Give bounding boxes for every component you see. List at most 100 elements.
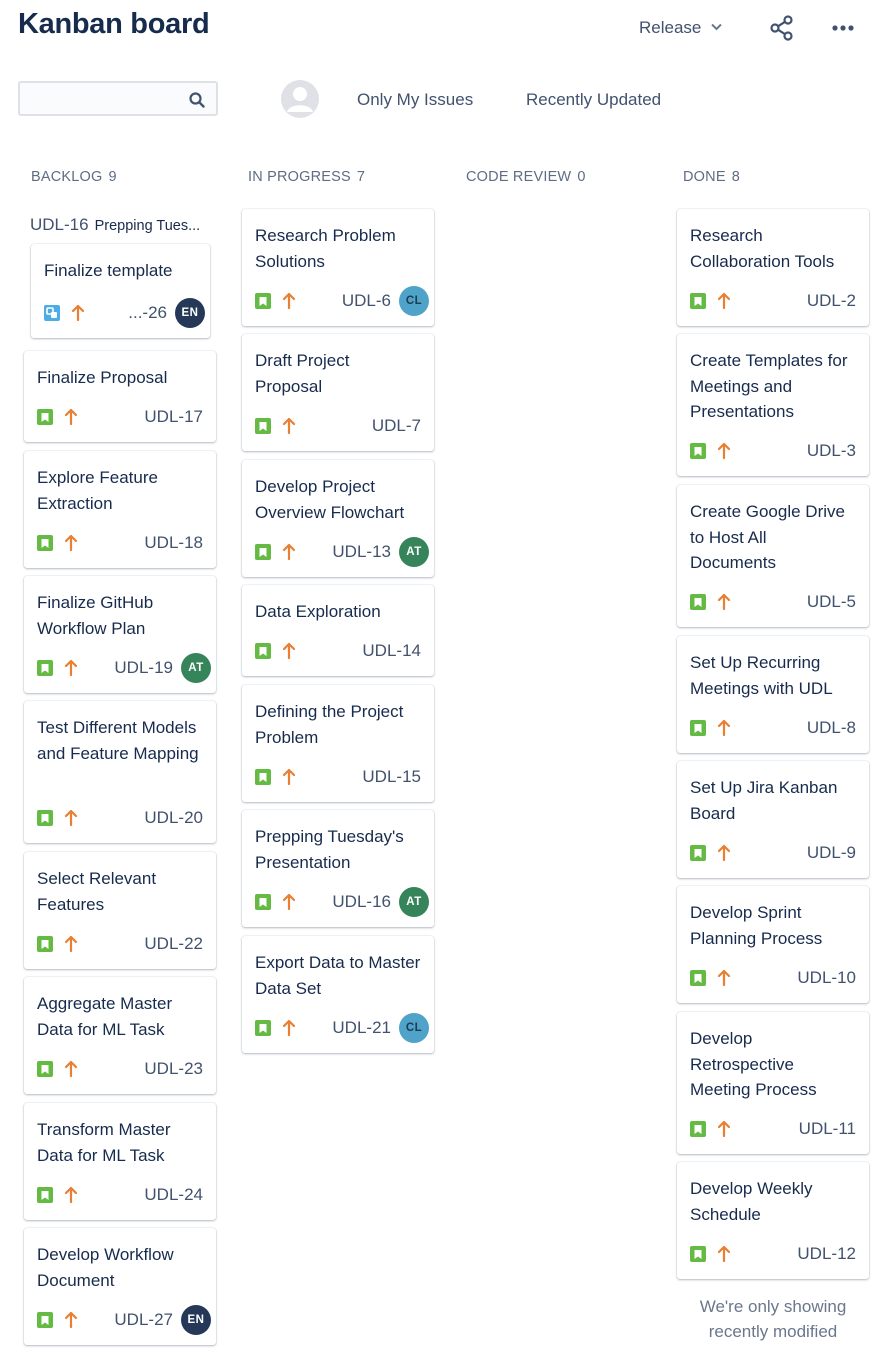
issue-card[interactable]: Aggregate Master Data for ML Task UDL-23 [24,977,216,1094]
release-button[interactable]: Release [639,18,723,38]
avatar[interactable]: CL [399,286,429,316]
card-title: Data Exploration [255,602,381,621]
card-title: Research Problem Solutions [255,226,396,271]
issue-card[interactable]: Set Up Jira Kanban Board UDL-9 [677,761,869,878]
card-title: Transform Master Data for ML Task [37,1120,171,1165]
priority-high-icon [716,593,732,611]
column-count: 8 [731,169,740,185]
epic-key: UDL-16 [30,215,89,234]
priority-high-icon [716,292,732,310]
issue-key: UDL-14 [362,641,421,660]
story-icon [255,643,271,659]
priority-high-icon [716,1245,732,1263]
issue-card[interactable]: Set Up Recurring Meetings with UDL UDL-8 [677,636,869,753]
priority-high-icon [716,442,732,460]
issue-card[interactable]: Data Exploration UDL-14 [242,585,434,676]
avatar[interactable]: EN [181,1305,211,1335]
recently-updated-filter[interactable]: Recently Updated [526,90,661,110]
issue-card[interactable]: Transform Master Data for ML Task UDL-24 [24,1103,216,1220]
issue-key: UDL-8 [806,718,856,737]
issue-key: ...-26 [128,303,167,322]
story-icon [690,845,706,861]
story-icon [37,409,53,425]
issue-card[interactable]: Research Problem Solutions UDL-6 CL [242,209,434,326]
priority-high-icon [63,1311,79,1329]
search-input[interactable] [20,83,196,114]
chevron-down-icon [711,22,723,34]
epic-header[interactable]: UDL-16 Prepping Tues... [30,215,200,235]
issue-card[interactable]: Draft Project Proposal UDL-7 [242,334,434,451]
issue-key: UDL-16 [332,892,391,911]
story-icon [690,594,706,610]
issue-card[interactable]: Prepping Tuesday's Presentation UDL-16 AT [242,810,434,927]
release-label: Release [639,18,702,37]
story-icon [37,1187,53,1203]
issue-key: UDL-5 [806,592,856,611]
priority-high-icon [63,1060,79,1078]
issue-card[interactable]: Export Data to Master Data Set UDL-21 CL [242,936,434,1053]
column-header-backlog: BACKLOG 9 [31,169,117,185]
card-title: Develop Retrospective Meeting Process [690,1029,817,1099]
priority-high-icon [281,893,297,911]
issue-card[interactable]: Finalize GitHub Workflow Plan UDL-19 AT [24,576,216,693]
issue-card[interactable]: Finalize Proposal UDL-17 [24,351,216,442]
card-title: Finalize template [44,261,173,280]
priority-high-icon [716,719,732,737]
issue-card[interactable]: Explore Feature Extraction UDL-18 [24,451,216,568]
priority-high-icon [281,417,297,435]
story-icon [37,535,53,551]
issue-key: UDL-11 [798,1119,856,1138]
card-title: Select Relevant Features [37,869,157,914]
column-count: 0 [577,169,586,185]
avatar[interactable]: EN [175,298,205,328]
only-my-issues-filter[interactable]: Only My Issues [357,90,473,110]
story-icon [255,1020,271,1036]
priority-high-icon [281,292,297,310]
priority-high-icon [63,408,79,426]
issue-card[interactable]: Develop Project Overview Flowchart UDL-13… [242,460,434,577]
priority-high-icon [716,1120,732,1138]
share-icon[interactable] [768,14,796,42]
issue-card[interactable]: Develop Retrospective Meeting Process UDL… [677,1012,869,1154]
column-name: BACKLOG [31,169,103,185]
issue-card[interactable]: Defining the Project Problem UDL-15 [242,685,434,802]
column-name: DONE [683,169,726,185]
more-icon[interactable] [828,14,858,42]
column-header-in-progress: IN PROGRESS 7 [248,169,365,185]
issue-card[interactable]: Create Templates for Meetings and Presen… [677,334,869,476]
issue-card[interactable]: Create Google Drive to Host All Document… [677,485,869,627]
story-icon [690,720,706,736]
issue-key: UDL-7 [371,416,421,435]
issue-card[interactable]: Develop Weekly Schedule UDL-12 [677,1162,869,1279]
avatar[interactable]: AT [399,537,429,567]
search-icon[interactable] [188,91,206,109]
story-icon [690,970,706,986]
issue-card[interactable]: Research Collaboration Tools UDL-2 [677,209,869,326]
priority-high-icon [63,534,79,552]
issue-key: UDL-13 [332,542,391,561]
column-name: CODE REVIEW [466,169,572,185]
story-icon [690,1246,706,1262]
priority-high-icon [63,1186,79,1204]
user-avatar-filter-icon[interactable] [280,79,320,119]
issue-key: UDL-9 [806,843,856,862]
issue-card[interactable]: Develop Workflow Document UDL-27 EN [24,1228,216,1345]
issue-key: UDL-18 [144,533,203,552]
avatar[interactable]: CL [399,1013,429,1043]
column-header-code-review: CODE REVIEW 0 [466,169,586,185]
story-icon [255,293,271,309]
issue-card[interactable]: Test Different Models and Feature Mappin… [24,701,216,843]
story-icon [255,418,271,434]
card-title: Test Different Models and Feature Mappin… [37,718,199,763]
avatar[interactable]: AT [181,653,211,683]
issue-card[interactable]: Select Relevant Features UDL-22 [24,852,216,969]
search-box[interactable] [18,81,218,116]
avatar[interactable]: AT [399,887,429,917]
card-title: Set Up Recurring Meetings with UDL [690,653,833,698]
card-title: Develop Weekly Schedule [690,1179,813,1224]
card-title: Develop Workflow Document [37,1245,174,1290]
subtask-card[interactable]: Finalize template ...-26 EN [31,244,210,338]
card-title: Create Google Drive to Host All Document… [690,502,845,572]
card-title: Develop Project Overview Flowchart [255,477,405,522]
issue-card[interactable]: Develop Sprint Planning Process UDL-10 [677,886,869,1003]
